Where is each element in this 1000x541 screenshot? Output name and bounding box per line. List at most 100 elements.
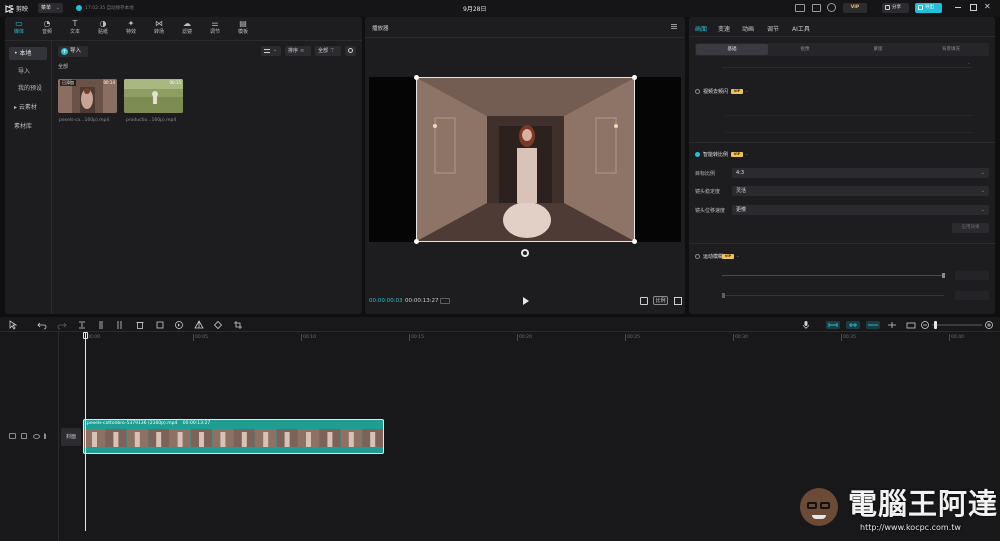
resize-handle[interactable] xyxy=(414,75,419,80)
target-ratio-dropdown[interactable]: 4:3 ⌄ xyxy=(732,168,989,178)
vip-badge[interactable]: VIP xyxy=(843,3,867,13)
ruler-label: 00:30 xyxy=(735,335,748,340)
rotate-tool-icon[interactable] xyxy=(213,320,223,330)
sidebar-item-1[interactable]: 导入 xyxy=(9,65,47,78)
sidebar-item-4[interactable]: 素材库 xyxy=(9,120,47,133)
playhead-handle[interactable] xyxy=(83,332,88,339)
redo-icon[interactable] xyxy=(57,320,67,330)
view-mode-button[interactable]: ⌄ xyxy=(261,46,281,56)
zoom-out-icon[interactable] xyxy=(920,320,930,330)
chevron-down-icon[interactable]: ⌄ xyxy=(745,151,748,156)
smart-ratio-checkbox[interactable] xyxy=(695,152,700,157)
import-button[interactable]: + 导入 xyxy=(58,46,88,57)
main-track-magnet-button[interactable] xyxy=(826,321,840,329)
split-left-icon[interactable] xyxy=(96,320,106,330)
chevron-up-icon[interactable]: ⌃ xyxy=(967,62,970,67)
segment-3[interactable]: 背景填充 xyxy=(915,44,987,55)
fullscreen-icon[interactable] xyxy=(674,297,682,305)
tab-template[interactable]: ▤ 模板 xyxy=(230,19,256,37)
play-icon[interactable] xyxy=(523,297,529,305)
tab-adjust[interactable]: ⚌ 调节 xyxy=(202,19,228,37)
auto-snap-button[interactable] xyxy=(846,321,860,329)
eye-icon[interactable] xyxy=(33,434,40,439)
undo-icon[interactable] xyxy=(37,320,47,330)
rotate-handle[interactable] xyxy=(521,249,529,257)
tab-text[interactable]: T 文本 xyxy=(62,19,88,37)
segment-2[interactable]: 蒙版 xyxy=(842,44,914,55)
tab-audio[interactable]: ◔ 音频 xyxy=(34,19,60,37)
layout-icon[interactable] xyxy=(812,4,821,12)
preview-frame[interactable] xyxy=(414,75,637,244)
split-icon[interactable] xyxy=(77,320,87,330)
properties-tab-3[interactable]: 调节 xyxy=(767,24,779,33)
direction-value-input[interactable] xyxy=(955,291,989,300)
playhead[interactable] xyxy=(85,332,86,531)
tab-transition[interactable]: ⋈ 转场 xyxy=(146,19,172,37)
tab-effects[interactable]: ✦ 特效 xyxy=(118,19,144,37)
track-screen-icon[interactable] xyxy=(9,433,16,439)
chevron-down-icon[interactable]: ⌄ xyxy=(736,253,739,258)
volume-icon[interactable] xyxy=(44,433,50,439)
zoom-slider-thumb[interactable] xyxy=(934,321,937,329)
zoom-in-icon[interactable] xyxy=(984,320,994,330)
microphone-icon[interactable] xyxy=(801,320,811,330)
filter-button[interactable]: 全部 ⊤ xyxy=(315,46,341,56)
video-clip[interactable]: pexels-cottonbro-5379136 (2160p).mp4 00:… xyxy=(83,419,384,454)
aspect-ratio-button[interactable]: 比例 xyxy=(653,296,668,305)
linkage-button[interactable] xyxy=(866,321,880,329)
blur-value-input[interactable] xyxy=(955,271,989,280)
chevron-down-icon[interactable]: ⌄ xyxy=(745,88,748,93)
properties-tab-0[interactable]: 画面 xyxy=(695,24,707,33)
crop-icon[interactable] xyxy=(233,320,243,330)
maximize-icon[interactable] xyxy=(970,4,977,11)
share-button[interactable]: 分享 xyxy=(882,3,909,13)
tab-media[interactable]: ▭ 媒体 xyxy=(6,19,32,37)
direction-slider-track[interactable] xyxy=(722,295,944,296)
preview-axis-icon[interactable] xyxy=(887,320,897,330)
media-thumbnail-1[interactable]: 已添加 00:14 xyxy=(58,79,117,113)
freeze-frame-icon[interactable] xyxy=(155,320,165,330)
split-right-icon[interactable] xyxy=(116,320,126,330)
caption-icon[interactable] xyxy=(906,320,916,330)
lock-icon[interactable] xyxy=(21,433,27,439)
tab-sticker[interactable]: ◑ 贴纸 xyxy=(90,19,116,37)
direction-slider-thumb[interactable] xyxy=(722,293,725,298)
apply-effect-button[interactable]: 应用效果 xyxy=(952,223,989,233)
zoom-slider-track[interactable] xyxy=(932,324,982,326)
segment-1[interactable]: 抠像 xyxy=(769,44,841,55)
properties-tab-2[interactable]: 动画 xyxy=(742,24,754,33)
denoise-checkbox[interactable] xyxy=(695,89,700,94)
sidebar-item-3[interactable]: ▸ 云素材 xyxy=(9,101,47,114)
media-thumbnail-2[interactable]: 00:15 xyxy=(124,79,183,113)
delete-icon[interactable] xyxy=(135,320,145,330)
cover-button[interactable]: 封面 xyxy=(61,428,81,446)
search-button[interactable] xyxy=(345,46,356,56)
reverse-icon[interactable] xyxy=(174,320,184,330)
minimize-icon[interactable] xyxy=(955,7,961,8)
sidebar-item-2[interactable]: 我的预设 xyxy=(9,82,47,95)
mirror-icon[interactable] xyxy=(194,320,204,330)
properties-tab-4[interactable]: AI工具 xyxy=(792,24,810,33)
timecode-mode-icon[interactable] xyxy=(440,298,450,304)
close-icon[interactable]: ✕ xyxy=(984,3,991,11)
blur-slider-track[interactable] xyxy=(722,275,944,276)
motion-speed-dropdown[interactable]: 更慢 ⌄ xyxy=(732,205,989,215)
motion-blur-checkbox[interactable] xyxy=(695,254,700,259)
sidebar-item-0[interactable]: • 本地 xyxy=(9,47,47,60)
segment-0[interactable]: 基础 xyxy=(696,44,768,55)
fit-screen-icon[interactable] xyxy=(640,297,648,305)
resize-handle[interactable] xyxy=(632,239,637,244)
resize-handle[interactable] xyxy=(414,239,419,244)
menu-button[interactable]: 菜单 ⌄ xyxy=(38,3,63,13)
stabilize-dropdown[interactable]: 灵活 ⌄ xyxy=(732,186,989,196)
blur-slider-thumb[interactable] xyxy=(942,273,945,278)
settings-icon[interactable] xyxy=(827,3,836,12)
keyboard-icon[interactable] xyxy=(795,4,805,12)
properties-tab-1[interactable]: 变速 xyxy=(718,24,730,33)
sort-button[interactable]: 排序 ≡ xyxy=(285,46,311,56)
export-button[interactable]: 导出 xyxy=(915,3,942,13)
tab-filter[interactable]: ☁ 滤镜 xyxy=(174,19,200,37)
resize-handle[interactable] xyxy=(632,75,637,80)
select-tool-icon[interactable] xyxy=(8,320,18,330)
player-menu-icon[interactable] xyxy=(671,26,677,27)
